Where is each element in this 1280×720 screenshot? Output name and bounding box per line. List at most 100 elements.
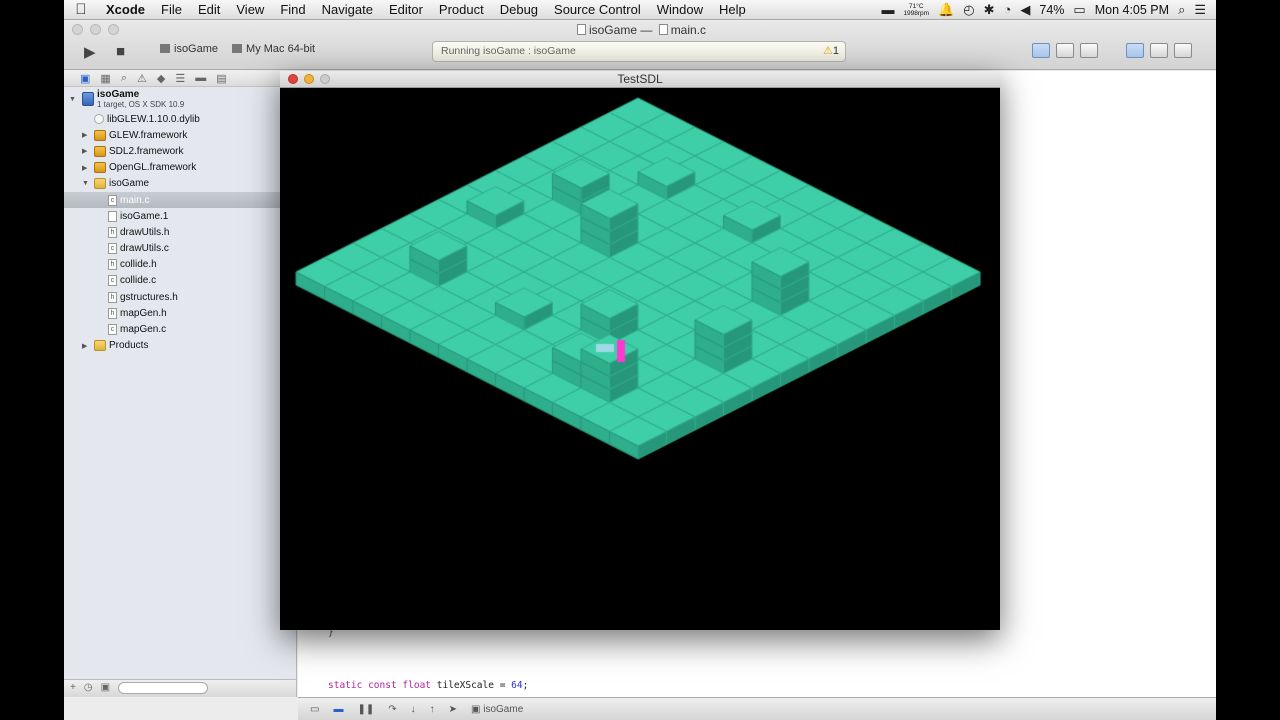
sdl-close-button[interactable] [288, 74, 298, 84]
source-file-icon: c [108, 243, 117, 255]
utilities-toggle-button[interactable] [1174, 43, 1192, 58]
navigator-item[interactable]: isoGame.1 [64, 208, 296, 224]
disclosure-collapsed-icon[interactable]: ▶ [82, 147, 87, 155]
issue-navigator-tab-icon[interactable]: ⚠ [137, 72, 147, 86]
isometric-game-canvas[interactable] [280, 88, 1000, 630]
add-file-icon[interactable]: + [70, 682, 76, 695]
project-navigator-tab-icon[interactable]: ▣ [80, 72, 90, 86]
volume-icon[interactable]: ◀ [1020, 2, 1030, 18]
navigator-item[interactable]: h mapGen.h [64, 305, 296, 321]
menu-product[interactable]: Product [431, 2, 492, 17]
navigator-item[interactable]: ▶ SDL2.framework [64, 143, 296, 159]
disclosure-collapsed-icon[interactable]: ▶ [82, 131, 87, 139]
debug-area-toggle-button[interactable] [1150, 43, 1168, 58]
navigator-item[interactable]: c drawUtils.c [64, 241, 296, 257]
navigator-item[interactable]: ▶ GLEW.framework [64, 127, 296, 143]
source-file-icon: h [108, 259, 117, 271]
debug-navigator-tab-icon[interactable]: ☰ [175, 72, 185, 86]
navigator-item[interactable]: c collide.c [64, 273, 296, 289]
navigator-toggle-button[interactable] [1126, 43, 1144, 58]
menu-editor[interactable]: Editor [381, 2, 431, 17]
navigator-item[interactable]: ▶ OpenGL.framework [64, 160, 296, 176]
sdl-title-bar[interactable]: TestSDL [280, 71, 1000, 88]
temperature-value: 71°C [909, 2, 924, 10]
navigator-item[interactable]: c mapGen.c [64, 321, 296, 337]
battery-icon[interactable]: ▭ [1073, 2, 1085, 18]
log-navigator-tab-icon[interactable]: ▤ [216, 72, 226, 86]
fan-speed-value: 1998rpm [903, 9, 930, 17]
recent-filter-icon[interactable]: ◷ [84, 682, 93, 695]
stop-button[interactable]: ■ [116, 43, 125, 60]
symbol-navigator-tab-icon[interactable]: ▦ [100, 72, 110, 86]
time-machine-icon[interactable]: ◴ [963, 2, 974, 18]
menu-file[interactable]: File [153, 2, 190, 17]
sdl-window-controls [288, 74, 330, 84]
notification-bell-icon[interactable]: 🔔 [938, 2, 954, 18]
menu-debug[interactable]: Debug [492, 2, 546, 17]
disclosure-collapsed-icon[interactable]: ▶ [82, 342, 87, 350]
test-navigator-tab-icon[interactable]: ◆ [157, 72, 165, 86]
scm-filter-icon[interactable]: ▣ [101, 682, 110, 695]
sdl-minimize-button[interactable] [304, 74, 314, 84]
scheme-icon [160, 44, 170, 53]
folder-icon [94, 178, 106, 190]
disclosure-expanded-icon[interactable]: ▼ [82, 180, 89, 187]
navigator-item-label: OpenGL.framework [109, 162, 197, 174]
breakpoint-navigator-tab-icon[interactable]: ▬ [195, 72, 206, 86]
navigator-item[interactable]: c main.c [64, 191, 296, 209]
project-row[interactable]: ▼ isoGame 1 target, OS X SDK 10.9 [64, 87, 296, 111]
source-file-icon: c [108, 324, 117, 336]
sdl-zoom-button[interactable] [320, 74, 330, 84]
standard-editor-button[interactable] [1032, 43, 1050, 58]
gamepad-icon[interactable]: ▬ [881, 2, 894, 17]
navigator-item[interactable]: h drawUtils.h [64, 224, 296, 240]
scheme-selector[interactable]: isoGame My Mac 64-bit [160, 43, 315, 55]
menu-view[interactable]: View [228, 2, 272, 17]
wifi-icon[interactable]: ◔ [1004, 2, 1012, 17]
notification-center-icon[interactable]: ☰ [1194, 2, 1206, 18]
step-in-icon[interactable]: ↓ [411, 704, 416, 715]
warning-badge[interactable]: ⚠1 [823, 44, 839, 57]
navigator-item[interactable]: h collide.h [64, 257, 296, 273]
step-out-icon[interactable]: ↑ [430, 704, 435, 715]
scheme-name[interactable]: isoGame [160, 43, 218, 55]
navigator-item-label: libGLEW.1.10.0.dylib [107, 113, 200, 125]
activity-status: Running isoGame : isoGame [441, 45, 576, 57]
menu-source-control[interactable]: Source Control [546, 2, 649, 17]
navigator-item[interactable]: ▼ isoGame [64, 176, 296, 192]
navigator-item-label: GLEW.framework [109, 129, 188, 141]
navigator-item[interactable]: libGLEW.1.10.0.dylib [64, 111, 296, 127]
sdl-game-window[interactable]: TestSDL [280, 71, 1000, 630]
navigator-item[interactable]: ▶ Products [64, 338, 296, 354]
source-file-icon: c [108, 194, 117, 206]
version-editor-button[interactable] [1080, 43, 1098, 58]
menu-help[interactable]: Help [711, 2, 754, 17]
find-navigator-tab-icon[interactable]: ⌕ [121, 72, 127, 86]
disclosure-collapsed-icon[interactable]: ▶ [82, 164, 87, 172]
navigator-filter-field[interactable] [118, 682, 209, 694]
menu-edit[interactable]: Edit [190, 2, 228, 17]
menu-app-xcode[interactable]: Xcode [98, 2, 153, 17]
assistant-editor-button[interactable] [1056, 43, 1074, 58]
disclosure-expanded-icon[interactable]: ▼ [69, 96, 76, 103]
clock[interactable]: Mon 4:05 PM [1095, 3, 1169, 17]
navigator-item-label: main.c [120, 194, 150, 206]
step-over-icon[interactable]: ↷ [388, 704, 396, 715]
navigator-item-label: Products [109, 340, 149, 352]
spotlight-search-icon[interactable]: ⌕ [1178, 2, 1185, 18]
menu-window[interactable]: Window [649, 2, 711, 17]
battery-percent[interactable]: 74% [1039, 3, 1064, 17]
apple-icon[interactable]:  [64, 1, 98, 18]
pause-icon[interactable]: ❚❚ [357, 704, 374, 715]
breakpoints-toggle-icon[interactable]: ▬ [333, 704, 343, 715]
hide-debug-area-icon[interactable]: ▭ [310, 704, 319, 715]
navigator-item[interactable]: h gstructures.h [64, 289, 296, 305]
debug-target[interactable]: ▣ isoGame [471, 704, 523, 715]
location-icon[interactable]: ➤ [449, 704, 457, 715]
temperature-readout[interactable]: 71°C 1998rpm [903, 3, 929, 17]
run-button[interactable]: ▶ [84, 43, 96, 61]
menu-navigate[interactable]: Navigate [314, 2, 381, 17]
menu-find[interactable]: Find [272, 2, 313, 17]
bluetooth-icon[interactable]: ✱ [984, 2, 995, 18]
destination-name[interactable]: My Mac 64-bit [232, 43, 315, 55]
